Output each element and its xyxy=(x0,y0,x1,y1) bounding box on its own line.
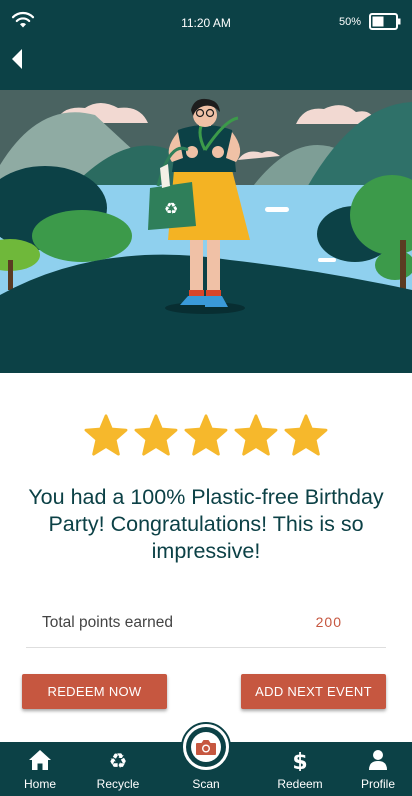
redeem-now-button[interactable]: REDEEM NOW xyxy=(22,674,167,709)
home-icon xyxy=(29,750,51,770)
nav-label-redeem: Redeem xyxy=(277,777,323,791)
nav-label-scan: Scan xyxy=(192,777,220,791)
dollar-icon: $ xyxy=(292,750,307,771)
scan-button-ring xyxy=(186,727,226,767)
add-next-event-button[interactable]: ADD NEXT EVENT xyxy=(241,674,386,709)
star-icon xyxy=(84,414,128,456)
scan-button[interactable] xyxy=(181,722,231,772)
user-icon xyxy=(369,750,387,770)
svg-text:$: $ xyxy=(292,750,307,771)
star-icon xyxy=(234,414,278,456)
svg-text:♻: ♻ xyxy=(164,199,178,218)
nav-label-home: Home xyxy=(23,777,56,791)
star-icon xyxy=(184,414,228,456)
scan-button-face xyxy=(191,732,221,762)
points-label: Total points earned xyxy=(42,614,173,631)
nav-label-recycle: Recycle xyxy=(96,777,140,791)
recycle-icon: ♻ xyxy=(109,749,128,771)
nav-item-home[interactable]: Home xyxy=(8,742,72,796)
points-value: 200 xyxy=(315,614,342,630)
status-bar: 11:20 AM 50% xyxy=(0,0,412,44)
nav-label-profile: Profile xyxy=(360,777,395,791)
nav-item-redeem[interactable]: $ Redeem xyxy=(268,742,332,796)
app-bar xyxy=(0,44,412,90)
points-summary: Total points earned 200 xyxy=(26,602,386,648)
star-icon xyxy=(134,414,178,456)
star-rating xyxy=(0,414,412,458)
camera-icon xyxy=(196,740,216,755)
back-arrow-icon[interactable] xyxy=(8,46,30,72)
nav-item-recycle[interactable]: ♻ Recycle xyxy=(86,742,150,796)
star-icon xyxy=(284,414,328,456)
battery-icon xyxy=(369,13,401,30)
nav-item-profile[interactable]: Profile xyxy=(346,742,410,796)
congratulations-message: You had a 100% Plastic-free Birthday Par… xyxy=(28,485,384,563)
battery-percent: 50% xyxy=(338,16,361,28)
hero-illustration: ♻ xyxy=(0,90,412,373)
svg-text:♻: ♻ xyxy=(109,749,128,771)
